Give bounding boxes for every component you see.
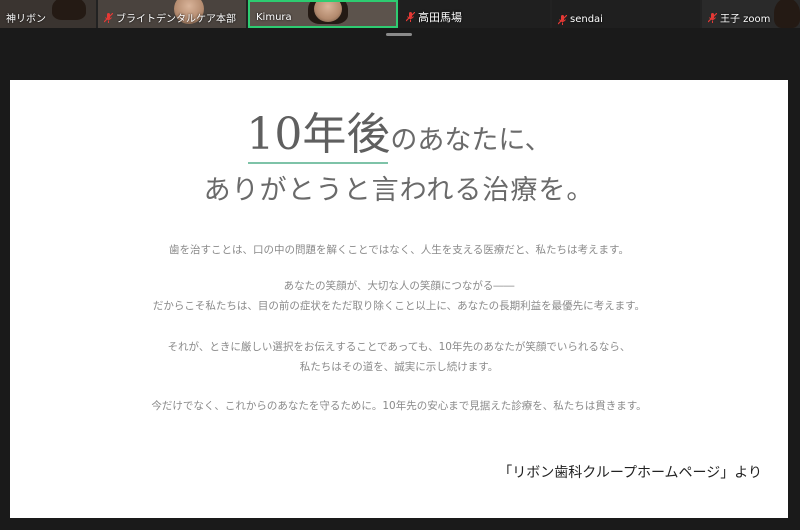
- headline-emphasis: 10年後: [246, 98, 390, 164]
- paragraph: それが、ときに厳しい選択をお伝えすることであっても、10年先のあなたが笑顔でいら…: [10, 337, 788, 377]
- paragraph-line: 私たちはその道を、誠実に示し続けます。: [299, 361, 499, 373]
- participant-tile[interactable]: sendai: [552, 0, 700, 28]
- participant-name: Kimura: [256, 12, 292, 23]
- source-credit: 「リボン歯科クループホームページ」より: [498, 465, 762, 481]
- paragraph-line: 今だけでなく、これからのあなたを守るために。10年先の安心まで見据えた診療を、私…: [151, 400, 647, 412]
- participant-name: 王子 zoom: [708, 10, 770, 25]
- participant-tile[interactable]: 王子 zoom: [702, 0, 800, 28]
- shared-screen-slide: 10年後のあなたに、 ありがとうと言われる治療を。 歯を治すことは、口の中の問題…: [10, 80, 788, 518]
- mic-muted-icon: [104, 12, 113, 23]
- participant-tile[interactable]: 神リボン: [0, 0, 96, 28]
- slide-headline: 10年後のあなたに、: [10, 98, 788, 164]
- gallery-resize-handle[interactable]: [386, 33, 412, 36]
- mic-muted-icon: [708, 12, 717, 23]
- participant-name: 神リボン: [6, 14, 46, 25]
- slide-subheadline: ありがとうと言われる治療を。: [203, 175, 595, 206]
- participant-tile[interactable]: ブライトデンタルケア本部: [98, 0, 246, 28]
- participant-name: 高田馬場: [406, 9, 462, 25]
- participant-strip: 神リボン ブライトデンタルケア本部 Kimura 高田馬場 sendai 王子 …: [0, 0, 800, 28]
- participant-name: ブライトデンタルケア本部: [104, 10, 236, 25]
- headline-rest: のあなたに、: [390, 125, 552, 156]
- paragraph: 歯を治すことは、口の中の問題を解くことではなく、人生を支える医療だと、私たちは考…: [10, 240, 788, 260]
- video-person: [774, 0, 800, 28]
- participant-tile-active-speaker[interactable]: Kimura: [248, 0, 398, 28]
- paragraph-line: あなたの笑顔が、大切な人の笑顔につながる――: [283, 280, 515, 292]
- mic-muted-icon: [558, 14, 567, 25]
- video-person: [52, 0, 86, 20]
- paragraph: 今だけでなく、これからのあなたを守るために。10年先の安心まで見据えた診療を、私…: [10, 396, 788, 416]
- participant-name: sendai: [558, 14, 603, 25]
- paragraph-line: 歯を治すことは、口の中の問題を解くことではなく、人生を支える医療だと、私たちは考…: [169, 244, 629, 256]
- paragraph-line: だからこそ私たちは、目の前の症状をただ取り除くこと以上に、あなたの長期利益を最優…: [152, 300, 646, 312]
- paragraph: あなたの笑顔が、大切な人の笑顔につながる―― だからこそ私たちは、目の前の症状を…: [10, 276, 788, 316]
- paragraph-line: それが、ときに厳しい選択をお伝えすることであっても、10年先のあなたが笑顔でいら…: [167, 341, 631, 353]
- mic-muted-icon: [406, 12, 415, 22]
- participant-tile[interactable]: 高田馬場: [400, 0, 550, 28]
